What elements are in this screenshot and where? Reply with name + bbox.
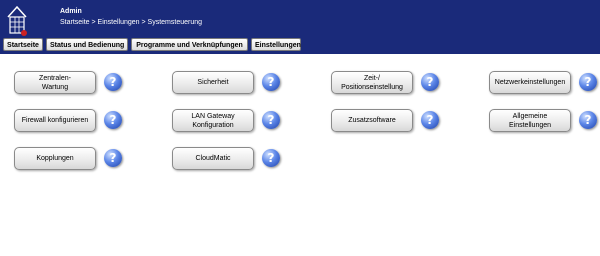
question-mark-icon[interactable]: ? <box>421 73 439 91</box>
menu-item-startseite[interactable]: Startseite <box>3 38 43 51</box>
question-mark-icon[interactable]: ? <box>104 73 122 91</box>
question-mark-icon[interactable]: ? <box>421 111 439 129</box>
tile-zeit-positionseinstellung[interactable]: Zeit-/ Positionseinstellung <box>331 71 413 94</box>
tile-sicherheit[interactable]: Sicherheit <box>172 71 254 94</box>
tile-lan-gateway-konfiguration[interactable]: LAN Gateway Konfiguration <box>172 109 254 132</box>
question-mark-icon[interactable]: ? <box>262 73 280 91</box>
tile-zentralen-wartung[interactable]: Zentralen- Wartung <box>14 71 96 94</box>
question-mark-icon[interactable]: ? <box>579 73 597 91</box>
menu-item-einstellungen[interactable]: Einstellungen <box>251 38 301 51</box>
menu-item-programme-und-verknuepfungen[interactable]: Programme und Verknüpfungen <box>131 38 248 51</box>
house-logo-icon <box>7 5 27 36</box>
question-mark-icon[interactable]: ? <box>262 111 280 129</box>
question-mark-icon[interactable]: ? <box>104 149 122 167</box>
menu-item-status-und-bedienung[interactable]: Status und Bedienung <box>46 38 128 51</box>
question-mark-icon[interactable]: ? <box>262 149 280 167</box>
question-mark-icon[interactable]: ? <box>104 111 122 129</box>
tile-cloudmatic[interactable]: CloudMatic <box>172 147 254 170</box>
tile-netzwerkeinstellungen[interactable]: Netzwerkeinstellungen <box>489 71 571 94</box>
tile-allgemeine-einstellungen[interactable]: Allgemeine Einstellungen <box>489 109 571 132</box>
tile-zusatzsoftware[interactable]: Zusatzsoftware <box>331 109 413 132</box>
header-bar: Admin Startseite > Einstellungen > Syste… <box>0 0 600 54</box>
tile-firewall-konfigurieren[interactable]: Firewall konfigurieren <box>14 109 96 132</box>
user-name: Admin <box>60 8 82 15</box>
tile-kopplungen[interactable]: Kopplungen <box>14 147 96 170</box>
breadcrumb: Startseite > Einstellungen > Systemsteue… <box>60 19 203 26</box>
question-mark-icon[interactable]: ? <box>579 111 597 129</box>
